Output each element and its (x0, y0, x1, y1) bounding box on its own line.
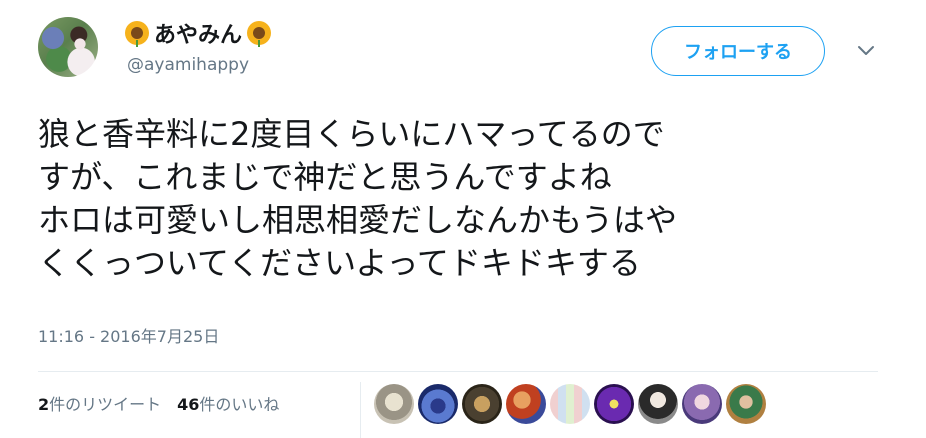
liker-avatar[interactable] (682, 384, 722, 424)
tweet-text: 狼と香辛料に2度目くらいにハマってるので すが、これまじで神だと思うんですよね … (38, 113, 908, 285)
liker-avatar[interactable] (638, 384, 678, 424)
like-count: 46 (177, 395, 200, 414)
retweet-label: 件のリツイート (49, 395, 162, 414)
retweet-count: 2 (38, 395, 50, 414)
liker-avatars (374, 384, 766, 424)
liker-avatar[interactable] (726, 384, 766, 424)
sunflower-icon (124, 20, 150, 47)
sunflower-icon (246, 20, 272, 47)
tweet-line: くくっついてくださいよってドキドキする (38, 244, 641, 282)
liker-avatar[interactable] (462, 384, 502, 424)
user-name-row[interactable]: あやみん (124, 17, 272, 49)
retweet-stat[interactable]: 2件のリツイート (38, 391, 161, 415)
tweet-line: 狼と香辛料に2度目くらいにハマってるので (38, 115, 665, 153)
liker-avatar[interactable] (506, 384, 546, 424)
tweet-line: すが、これまじで神だと思うんですよね (38, 158, 612, 196)
like-label: 件のいいね (199, 395, 280, 414)
follow-button[interactable]: フォローする (651, 26, 825, 76)
tweet-timestamp[interactable]: 11:16 - 2016年7月25日 (38, 323, 219, 347)
liker-avatar[interactable] (550, 384, 590, 424)
avatar[interactable] (38, 17, 98, 77)
divider (38, 371, 878, 372)
display-name[interactable]: あやみん (152, 17, 244, 49)
liker-avatar[interactable] (374, 384, 414, 424)
tweet-line: ホロは可愛いし相思相愛だしなんかもうはや (38, 201, 678, 239)
user-handle[interactable]: @ayamihappy (127, 55, 249, 75)
liker-avatar[interactable] (594, 384, 634, 424)
liker-avatar[interactable] (418, 384, 458, 424)
stats-separator (360, 382, 361, 438)
chevron-down-icon[interactable] (854, 38, 878, 62)
like-stat[interactable]: 46件のいいね (177, 391, 279, 415)
tweet-stats: 2件のリツイート 46件のいいね (38, 391, 279, 415)
